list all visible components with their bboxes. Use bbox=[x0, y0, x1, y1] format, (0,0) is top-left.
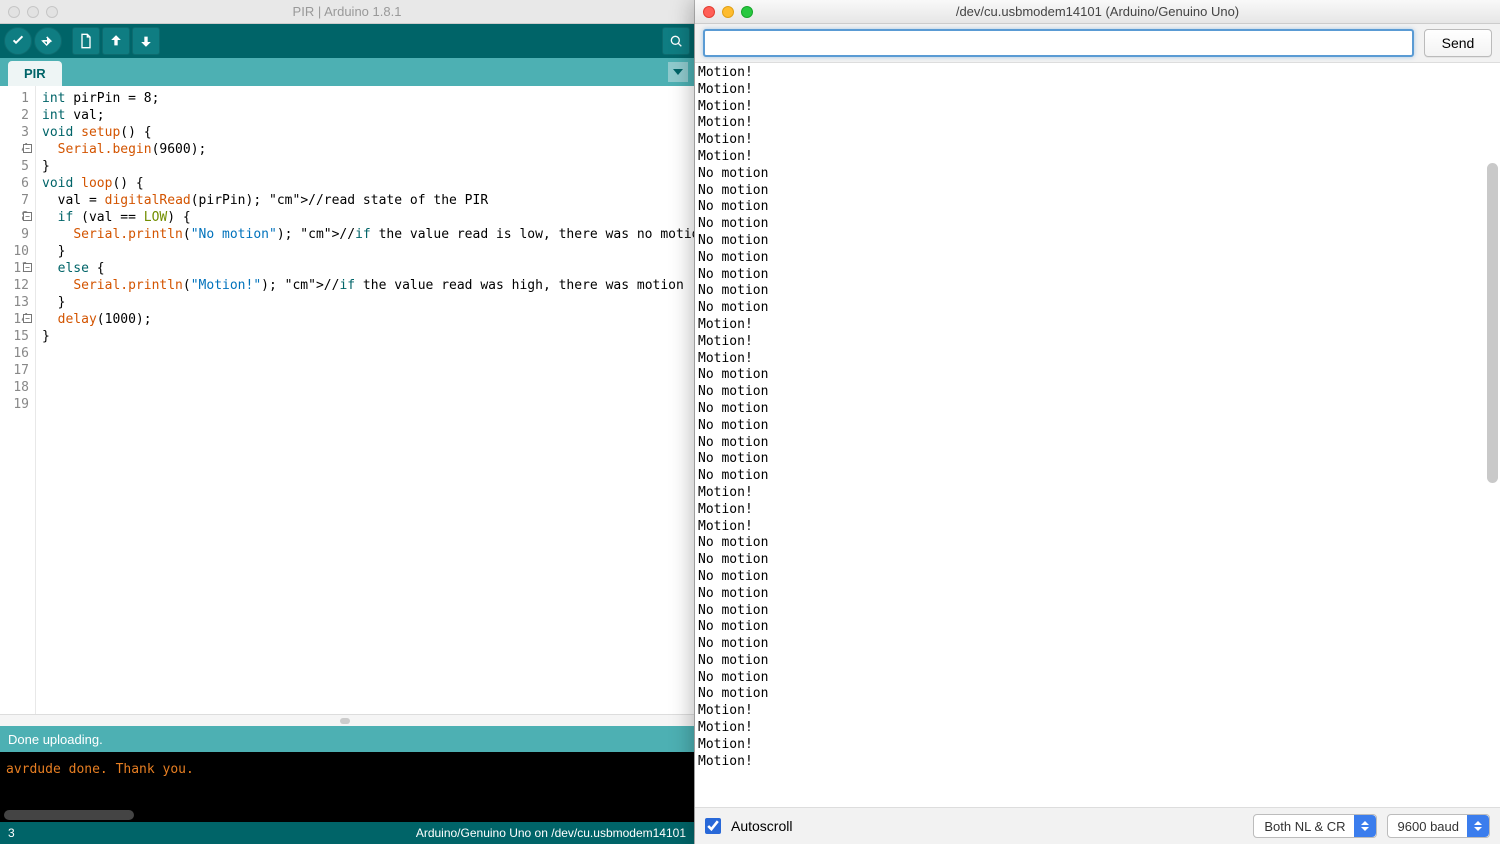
line-ending-value: Both NL & CR bbox=[1264, 819, 1345, 834]
chevron-updown-icon bbox=[1467, 815, 1489, 837]
console-scrollbar[interactable] bbox=[4, 810, 134, 820]
serial-line: Motion! bbox=[698, 82, 1497, 99]
serial-line: Motion! bbox=[698, 65, 1497, 82]
serial-line: No motion bbox=[698, 603, 1497, 620]
code-line[interactable]: val = digitalRead(pirPin); "cm">//read s… bbox=[42, 192, 688, 209]
serial-input[interactable] bbox=[703, 29, 1414, 57]
serial-line: Motion! bbox=[698, 351, 1497, 368]
serial-line: No motion bbox=[698, 569, 1497, 586]
chevron-updown-icon bbox=[1354, 815, 1376, 837]
serial-line: No motion bbox=[698, 418, 1497, 435]
serial-line: No motion bbox=[698, 267, 1497, 284]
serial-line: Motion! bbox=[698, 485, 1497, 502]
editor-horizontal-scrollbar[interactable] bbox=[0, 714, 694, 726]
serial-line: No motion bbox=[698, 166, 1497, 183]
serial-line: No motion bbox=[698, 183, 1497, 200]
ide-titlebar: PIR | Arduino 1.8.1 bbox=[0, 0, 694, 24]
code-line[interactable]: } bbox=[42, 243, 688, 260]
code-line[interactable]: Serial.println("Motion!"); "cm">//if the… bbox=[42, 277, 688, 294]
serial-line: No motion bbox=[698, 283, 1497, 300]
code-line[interactable]: delay(1000); bbox=[42, 311, 688, 328]
open-button[interactable] bbox=[102, 27, 130, 55]
serial-footer: Autoscroll Both NL & CR 9600 baud bbox=[695, 808, 1500, 844]
serial-line: Motion! bbox=[698, 334, 1497, 351]
send-button[interactable]: Send bbox=[1424, 29, 1492, 57]
tab-pir[interactable]: PIR bbox=[8, 61, 62, 86]
serial-line: Motion! bbox=[698, 149, 1497, 166]
serial-line: No motion bbox=[698, 300, 1497, 317]
serial-line: No motion bbox=[698, 451, 1497, 468]
ide-toolbar bbox=[0, 24, 694, 58]
ide-title: PIR | Arduino 1.8.1 bbox=[0, 4, 694, 19]
ide-footer: 3 Arduino/Genuino Uno on /dev/cu.usbmode… bbox=[0, 822, 694, 844]
serial-line: No motion bbox=[698, 535, 1497, 552]
serial-line: Motion! bbox=[698, 99, 1497, 116]
serial-line: No motion bbox=[698, 619, 1497, 636]
ide-tabbar: PIR bbox=[0, 58, 694, 86]
upload-button[interactable] bbox=[34, 27, 62, 55]
code-line[interactable]: } bbox=[42, 158, 688, 175]
line-number-gutter: 1234−5678−91011−121314−1516171819 bbox=[0, 86, 36, 714]
serial-output[interactable]: Motion!Motion!Motion!Motion!Motion!Motio… bbox=[695, 62, 1500, 808]
code-line[interactable]: int val; bbox=[42, 107, 688, 124]
serial-line: No motion bbox=[698, 216, 1497, 233]
code-line[interactable]: else { bbox=[42, 260, 688, 277]
serial-line: No motion bbox=[698, 586, 1497, 603]
serial-line: Motion! bbox=[698, 115, 1497, 132]
status-text: Done uploading. bbox=[8, 732, 103, 747]
code-line[interactable]: void setup() { bbox=[42, 124, 688, 141]
serial-line: No motion bbox=[698, 653, 1497, 670]
serial-line: No motion bbox=[698, 552, 1497, 569]
save-button[interactable] bbox=[132, 27, 160, 55]
status-bar: Done uploading. bbox=[0, 726, 694, 752]
serial-monitor-window: /dev/cu.usbmodem14101 (Arduino/Genuino U… bbox=[695, 0, 1500, 844]
code-line[interactable]: Serial.begin(9600); bbox=[42, 141, 688, 158]
serial-line: No motion bbox=[698, 636, 1497, 653]
arduino-ide-window: PIR | Arduino 1.8.1 PIR 1234−5678−91011−… bbox=[0, 0, 695, 844]
code-line[interactable]: if (val == LOW) { bbox=[42, 209, 688, 226]
serial-scrollbar[interactable] bbox=[1487, 163, 1498, 483]
code-line[interactable]: void loop() { bbox=[42, 175, 688, 192]
serial-line: No motion bbox=[698, 233, 1497, 250]
code-line[interactable]: Serial.println("No motion"); "cm">//if t… bbox=[42, 226, 688, 243]
code-editor[interactable]: 1234−5678−91011−121314−1516171819 int pi… bbox=[0, 86, 694, 714]
code-line[interactable]: int pirPin = 8; bbox=[42, 90, 688, 107]
serial-line: No motion bbox=[698, 367, 1497, 384]
line-ending-select[interactable]: Both NL & CR bbox=[1253, 814, 1376, 838]
serial-line: Motion! bbox=[698, 754, 1497, 771]
serial-line: No motion bbox=[698, 670, 1497, 687]
code-area[interactable]: int pirPin = 8;int val;void setup() { Se… bbox=[36, 86, 694, 714]
serial-line: No motion bbox=[698, 199, 1497, 216]
autoscroll-label: Autoscroll bbox=[731, 818, 792, 834]
serial-line: Motion! bbox=[698, 720, 1497, 737]
serial-line: Motion! bbox=[698, 132, 1497, 149]
serial-line: No motion bbox=[698, 250, 1497, 267]
baud-select[interactable]: 9600 baud bbox=[1387, 814, 1490, 838]
serial-title: /dev/cu.usbmodem14101 (Arduino/Genuino U… bbox=[695, 4, 1500, 19]
tab-menu-button[interactable] bbox=[668, 62, 688, 82]
new-button[interactable] bbox=[72, 27, 100, 55]
console-output: avrdude done. Thank you. bbox=[6, 762, 194, 777]
serial-line: Motion! bbox=[698, 317, 1497, 334]
serial-monitor-button[interactable] bbox=[662, 27, 690, 55]
code-line[interactable]: } bbox=[42, 294, 688, 311]
serial-line: Motion! bbox=[698, 519, 1497, 536]
serial-input-row: Send bbox=[695, 24, 1500, 62]
footer-board-port: Arduino/Genuino Uno on /dev/cu.usbmodem1… bbox=[416, 826, 686, 840]
code-line[interactable]: } bbox=[42, 328, 688, 345]
serial-titlebar: /dev/cu.usbmodem14101 (Arduino/Genuino U… bbox=[695, 0, 1500, 24]
compiler-console: avrdude done. Thank you. bbox=[0, 752, 694, 822]
serial-line: No motion bbox=[698, 435, 1497, 452]
baud-value: 9600 baud bbox=[1398, 819, 1459, 834]
verify-button[interactable] bbox=[4, 27, 32, 55]
autoscroll-checkbox[interactable] bbox=[705, 818, 721, 834]
serial-line: No motion bbox=[698, 401, 1497, 418]
serial-line: Motion! bbox=[698, 737, 1497, 754]
serial-line: No motion bbox=[698, 468, 1497, 485]
serial-line: No motion bbox=[698, 384, 1497, 401]
serial-line: Motion! bbox=[698, 703, 1497, 720]
footer-line: 3 bbox=[8, 826, 15, 840]
serial-line: No motion bbox=[698, 686, 1497, 703]
serial-line: Motion! bbox=[698, 502, 1497, 519]
